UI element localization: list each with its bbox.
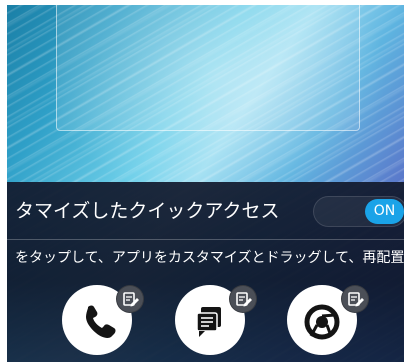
quick-access-panel: タマイズしたクイックアクセス ON をタップして、アプリをカスタマイズとドラッグ… xyxy=(7,182,404,362)
edit-icon xyxy=(123,292,139,307)
edit-badge[interactable] xyxy=(229,285,257,313)
messages-app-button[interactable] xyxy=(175,285,257,355)
widget-area[interactable] xyxy=(56,5,360,131)
quick-access-toggle[interactable]: ON xyxy=(313,196,404,227)
panel-instructions: をタップして、アプリをカスタマイズとドラッグして、再配置 xyxy=(15,250,404,266)
edit-icon xyxy=(348,292,364,307)
chrome-app-button[interactable] xyxy=(287,285,369,355)
edit-badge[interactable] xyxy=(341,285,369,313)
edit-icon xyxy=(236,292,252,307)
toggle-on-label: ON xyxy=(365,199,404,224)
lock-screen: タマイズしたクイックアクセス ON をタップして、アプリをカスタマイズとドラッグ… xyxy=(7,5,404,362)
phone-app-button[interactable] xyxy=(62,285,144,355)
edit-badge[interactable] xyxy=(116,285,144,313)
divider xyxy=(7,239,404,240)
panel-title: タマイズしたクイックアクセス xyxy=(15,200,280,222)
